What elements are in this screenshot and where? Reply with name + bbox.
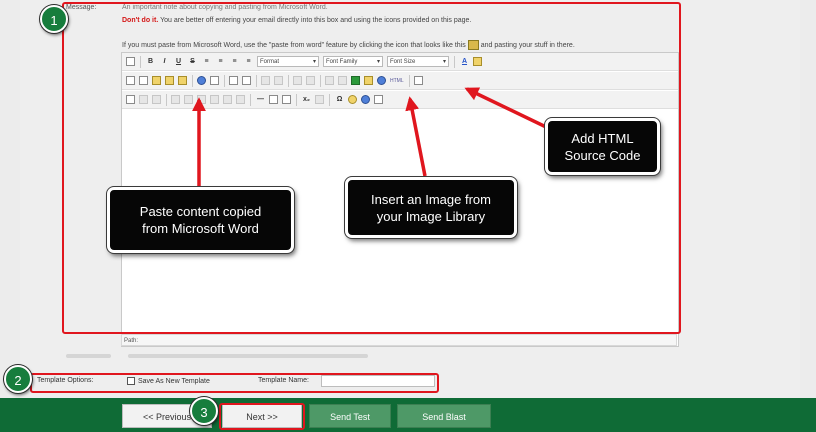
image-arrow (405, 96, 427, 177)
step-badge-3: 3 (190, 397, 218, 425)
step-badge-2: 2 (4, 365, 32, 393)
paste-callout: Paste content copied from Microsoft Word (107, 187, 294, 253)
html-arrow (464, 87, 547, 129)
step-badge-1: 1 (40, 5, 68, 33)
html-callout: Add HTML Source Code (545, 118, 660, 175)
image-callout-line2: your Image Library (376, 208, 486, 224)
html-callout-line1: Add HTML (571, 130, 634, 146)
html-callout-line2: Source Code (564, 147, 641, 163)
image-callout: Insert an Image from your Image Library (345, 177, 517, 238)
paste-callout-line2: from Microsoft Word (142, 221, 259, 236)
image-callout-line1: Insert an Image from (371, 191, 491, 207)
paste-callout-line1: Paste content copied (139, 204, 262, 219)
